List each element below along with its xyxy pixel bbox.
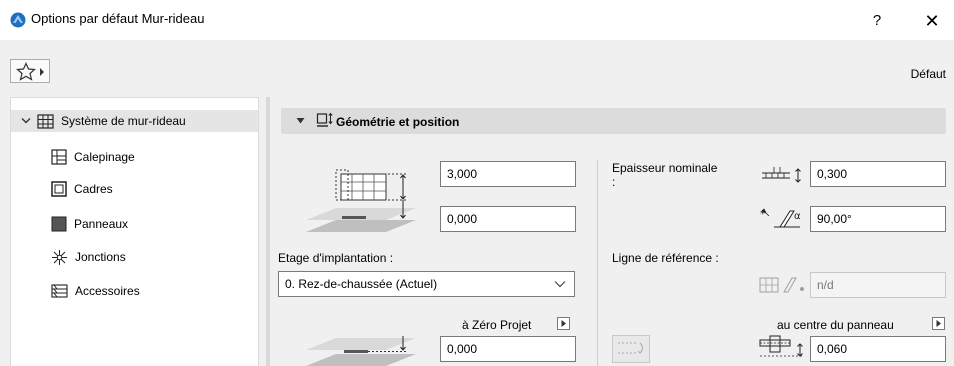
popup-arrow-icon (561, 320, 566, 327)
tree-item-accessories[interactable]: Accessoires (51, 280, 140, 302)
archicad-app-icon (10, 12, 26, 28)
tree-item-label: Accessoires (75, 284, 140, 298)
story-elevation-diagram-icon (306, 336, 416, 366)
home-story-value: 0. Rez-de-chaussée (Actuel) (285, 277, 438, 291)
frame-icon (51, 181, 67, 197)
panel-splitter[interactable] (266, 97, 270, 366)
section-title: Géométrie et position (336, 115, 460, 129)
tree-item-label: Calepinage (74, 150, 135, 164)
panel-icon (51, 216, 67, 232)
tree-item-panels[interactable]: Panneaux (51, 213, 128, 235)
offset-input[interactable]: 0,000 (440, 206, 576, 232)
flip-reference-button-icon[interactable] (612, 335, 650, 363)
svg-text:*: * (760, 209, 765, 220)
favorites-button[interactable] (10, 59, 50, 83)
tree-item-label: Jonctions (75, 250, 126, 264)
slant-angle-icon: * α (760, 208, 801, 228)
tree-item-curtain-wall-system[interactable]: Système de mur-rideau (11, 110, 258, 132)
panel-offset-icon (759, 335, 803, 357)
thickness-input[interactable]: 0,300 (810, 161, 946, 187)
tree-item-scheme[interactable]: Calepinage (51, 146, 135, 168)
relative-to-popup-button[interactable] (557, 317, 570, 330)
svg-text:α: α (794, 211, 801, 222)
angle-input[interactable]: 90,00° (810, 206, 946, 232)
tree-item-label: Cadres (74, 182, 113, 196)
settings-tree-panel: Système de mur-rideau Calepinage Cadres … (10, 97, 259, 366)
popup-arrow-icon (936, 320, 941, 327)
window-title: Options par défaut Mur-rideau (31, 11, 205, 26)
panel-position-popup-button[interactable] (932, 317, 945, 330)
grid-scheme-icon (51, 149, 67, 165)
favorite-default-label: Défaut (910, 67, 946, 81)
panel-offset-input[interactable]: 0,060 (810, 336, 946, 362)
tree-item-label: Système de mur-rideau (61, 114, 186, 128)
chevron-down-icon (554, 281, 566, 288)
help-button[interactable]: ? (862, 8, 892, 34)
thickness-icon (762, 167, 801, 183)
reference-value-field: n/d (810, 272, 946, 298)
reference-line-label: Ligne de référence : (612, 251, 719, 265)
nominal-thickness-label: Epaisseur nominale : (612, 161, 718, 189)
home-story-select[interactable]: 0. Rez-de-chaussée (Actuel) (278, 271, 575, 297)
curtain-wall-system-icon (37, 113, 54, 129)
elevation-input[interactable]: 0,000 (440, 336, 576, 362)
collapse-triangle-icon[interactable] (296, 117, 305, 125)
reference-line-icon (759, 277, 804, 293)
tree-item-label: Panneaux (74, 217, 129, 231)
star-icon (16, 62, 36, 81)
accessory-icon (51, 284, 68, 298)
tree-item-frames[interactable]: Cadres (51, 178, 113, 200)
dropdown-arrow-icon (40, 68, 44, 76)
height-input[interactable]: 3,000 (440, 161, 576, 187)
close-button[interactable]: ✕ (914, 8, 950, 34)
geometry-position-icon (316, 112, 333, 127)
panel-position-label: au centre du panneau (777, 318, 894, 332)
tree-item-junctions[interactable]: Jonctions (51, 246, 126, 268)
wall-height-diagram-icon (306, 169, 416, 232)
column-divider (597, 160, 598, 366)
junction-icon (52, 249, 67, 265)
relative-to-label: à Zéro Projet (462, 318, 532, 332)
home-story-label: Etage d'implantation : (278, 251, 394, 265)
chevron-down-icon[interactable] (21, 117, 31, 125)
